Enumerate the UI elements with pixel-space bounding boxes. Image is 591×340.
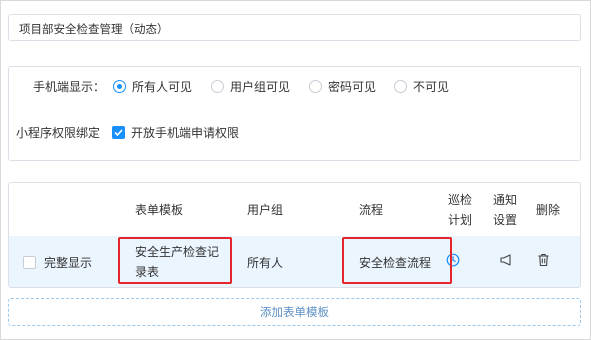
- checkbox-box: [23, 256, 36, 269]
- checkbox-label: 开放手机端申请权限: [131, 126, 240, 140]
- radio-dot: [309, 80, 322, 93]
- add-form-template-label: 添加表单模板: [260, 305, 329, 319]
- radio-invisible[interactable]: 不可见: [394, 78, 449, 95]
- full-display-checkbox[interactable]: 完整显示: [23, 254, 92, 271]
- radio-dot: [211, 80, 224, 93]
- header-patrol-plan-line2: 计划: [448, 213, 473, 227]
- megaphone-icon[interactable]: [499, 253, 513, 270]
- radio-password-visible[interactable]: 密码可见: [309, 78, 376, 95]
- header-notify-line2: 设置: [493, 213, 518, 227]
- radio-label: 不可见: [413, 80, 450, 94]
- highlight-form-template: [118, 237, 232, 284]
- header-user-group: 用户组: [247, 203, 284, 217]
- radio-all-visible[interactable]: 所有人可见: [113, 78, 192, 95]
- radio-label: 密码可见: [328, 80, 377, 94]
- radio-label: 用户组可见: [230, 80, 291, 94]
- user-group-value: 所有人: [247, 256, 284, 270]
- miniprogram-label: 小程序权限绑定: [16, 126, 101, 140]
- table-row: 完整显示 安全生产检查记 录表 所有人 安全检查流程: [9, 236, 580, 287]
- header-process: 流程: [359, 203, 384, 217]
- mobile-display-label: 手机端显示：: [33, 80, 106, 94]
- add-form-template-button[interactable]: 添加表单模板: [8, 298, 581, 326]
- template-table: 表单模板 用户组 流程 巡检 计划 通知 设置 删除 完整显示 安全生产检查记 …: [8, 182, 581, 288]
- highlight-process: [342, 237, 452, 284]
- header-delete: 删除: [536, 203, 561, 217]
- header-notify-line1: 通知: [493, 193, 518, 207]
- trash-icon[interactable]: [537, 253, 550, 270]
- title-field[interactable]: 项目部安全检查管理（动态）: [8, 14, 581, 41]
- radio-dot: [394, 80, 407, 93]
- open-mobile-apply-checkbox[interactable]: 开放手机端申请权限: [112, 124, 239, 141]
- title-field-value: 项目部安全检查管理（动态）: [19, 22, 169, 36]
- radio-usergroup-visible[interactable]: 用户组可见: [211, 78, 290, 95]
- full-display-label: 完整显示: [44, 256, 93, 270]
- settings-panel: 手机端显示： 所有人可见 用户组可见 密码可见 不可见 小程序权限绑定 开放手机…: [8, 66, 581, 161]
- header-form-template: 表单模板: [135, 203, 184, 217]
- checkmark-icon: [112, 126, 125, 139]
- radio-dot: [113, 80, 126, 93]
- radio-label: 所有人可见: [132, 80, 193, 94]
- page-frame: [0, 0, 591, 340]
- header-patrol-plan-line1: 巡检: [448, 193, 473, 207]
